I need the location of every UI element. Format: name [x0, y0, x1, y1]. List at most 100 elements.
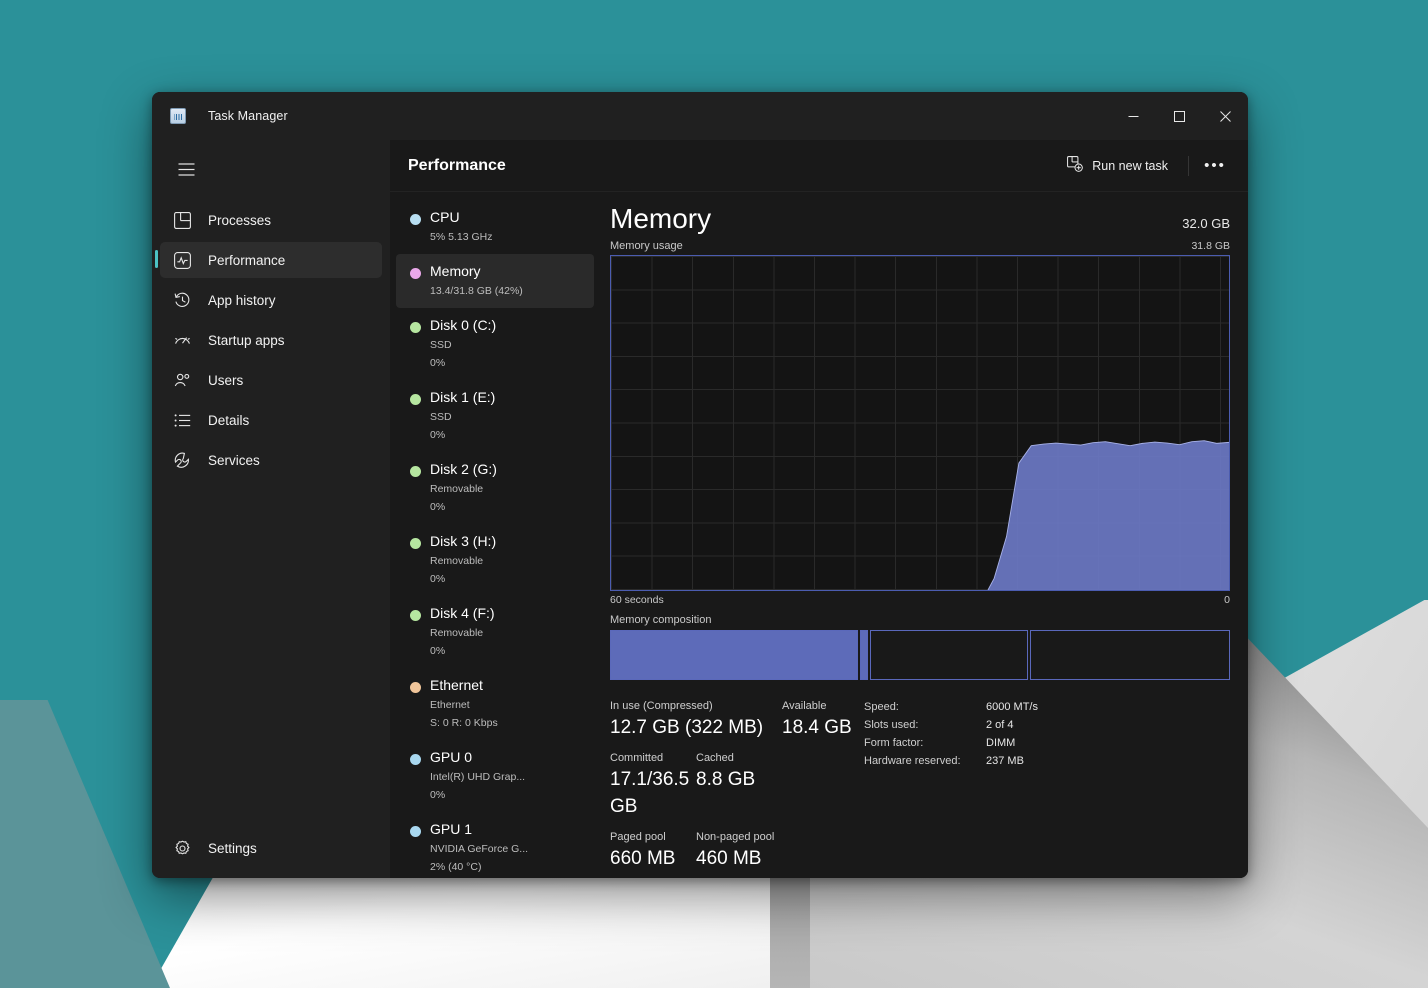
- memory-usage-area: [611, 256, 1229, 590]
- composition-segment-standby[interactable]: [870, 630, 1028, 680]
- status-dot: [410, 268, 421, 279]
- device-detail: NVIDIA GeForce G...: [430, 843, 528, 855]
- sidebar-item-label: Processes: [208, 213, 271, 228]
- in-use-label: In use (Compressed): [610, 698, 782, 714]
- device-usage: 0%: [430, 501, 445, 513]
- graph-axis-row: 60 seconds 0: [610, 594, 1230, 606]
- committed-value: 17.1/36.5 GB: [610, 766, 696, 820]
- device-detail: Intel(R) UHD Grap...: [430, 771, 525, 783]
- device-item-disk-0[interactable]: Disk 0 (C:) SSD 0%: [396, 308, 594, 380]
- hardware-reserved-label: Hardware reserved:: [864, 752, 986, 770]
- sidebar-item-services[interactable]: Services: [160, 442, 382, 478]
- device-detail: 13.4/31.8 GB (42%): [430, 285, 523, 297]
- graph-axis-right-label: 0: [1224, 594, 1230, 606]
- device-item-memory[interactable]: Memory 13.4/31.8 GB (42%): [396, 254, 594, 308]
- sidebar-item-startup-apps[interactable]: Startup apps: [160, 322, 382, 358]
- graph-caption-row: Memory usage 31.8 GB: [610, 240, 1230, 252]
- minimize-button[interactable]: [1110, 92, 1156, 140]
- composition-segment-modified[interactable]: [860, 630, 868, 680]
- device-name: Disk 1 (E:): [430, 389, 495, 405]
- memory-usage-chart: [610, 255, 1230, 591]
- device-name: GPU 0: [430, 749, 472, 765]
- status-dot: [410, 394, 421, 405]
- memory-composition-bar[interactable]: [610, 630, 1230, 680]
- processes-icon: [172, 210, 192, 230]
- status-dot: [410, 214, 421, 225]
- memory-hardware-info: Speed: 6000 MT/s Slots used: 2 of 4 Form…: [858, 698, 1230, 878]
- maximize-button[interactable]: [1156, 92, 1202, 140]
- composition-segment-in-use[interactable]: [610, 630, 858, 680]
- composition-segment-free[interactable]: [1030, 630, 1230, 680]
- memory-stats-left: In use (Compressed) 12.7 GB (322 MB) Ava…: [610, 698, 858, 878]
- device-name: Disk 0 (C:): [430, 317, 496, 333]
- form-factor-value: DIMM: [986, 734, 1015, 752]
- device-item-disk-2[interactable]: Disk 2 (G:) Removable 0%: [396, 452, 594, 524]
- device-detail: 5% 5.13 GHz: [430, 231, 492, 243]
- performance-body: CPU 5% 5.13 GHz Memory 13.4/31.8 GB (42%…: [390, 192, 1248, 878]
- sidebar-item-processes[interactable]: Processes: [160, 202, 382, 238]
- device-item-disk-4[interactable]: Disk 4 (F:) Removable 0%: [396, 596, 594, 668]
- device-detail: SSD: [430, 339, 452, 351]
- spec-row-form-factor: Form factor: DIMM: [864, 734, 1230, 752]
- paged-pool-value: 660 MB: [610, 845, 696, 872]
- slots-used-label: Slots used:: [864, 716, 986, 734]
- committed-label: Committed: [610, 750, 696, 766]
- status-dot: [410, 538, 421, 549]
- device-detail: SSD: [430, 411, 452, 423]
- cached-label: Cached: [696, 750, 755, 766]
- sidebar-item-app-history[interactable]: App history: [160, 282, 382, 318]
- stat-row-inuse-available: In use (Compressed) 12.7 GB (322 MB) Ava…: [610, 698, 858, 741]
- startup-icon: [172, 330, 192, 350]
- sidebar-item-label: Performance: [208, 253, 285, 268]
- sidebar-item-label: Services: [208, 453, 260, 468]
- status-dot: [410, 682, 421, 693]
- graph-caption: Memory usage: [610, 240, 683, 252]
- graph-axis-left-label: 60 seconds: [610, 594, 664, 606]
- sidebar-item-settings[interactable]: Settings: [160, 830, 382, 866]
- more-options-button[interactable]: •••: [1198, 151, 1232, 181]
- graph-max-label: 31.8 GB: [1191, 240, 1230, 252]
- window-title: Task Manager: [208, 109, 288, 123]
- header-divider: [1188, 156, 1189, 176]
- form-factor-label: Form factor:: [864, 734, 986, 752]
- memory-title: Memory: [610, 202, 711, 236]
- close-button[interactable]: [1202, 92, 1248, 140]
- device-name: Disk 4 (F:): [430, 605, 495, 621]
- status-dot: [410, 610, 421, 621]
- memory-total: 32.0 GB: [1182, 216, 1230, 231]
- device-item-disk-1[interactable]: Disk 1 (E:) SSD 0%: [396, 380, 594, 452]
- device-item-disk-3[interactable]: Disk 3 (H:) Removable 0%: [396, 524, 594, 596]
- available-label: Available: [782, 698, 852, 714]
- device-item-ethernet[interactable]: Ethernet Ethernet S: 0 R: 0 Kbps: [396, 668, 594, 740]
- spec-row-speed: Speed: 6000 MT/s: [864, 698, 1230, 716]
- sidebar-item-performance[interactable]: Performance: [160, 242, 382, 278]
- sidebar-item-label: Details: [208, 413, 249, 428]
- spec-row-hardware-reserved: Hardware reserved: 237 MB: [864, 752, 1230, 770]
- slots-used-value: 2 of 4: [986, 716, 1014, 734]
- stat-row-paged-nonpaged: Paged pool 660 MB Non-paged pool 460 MB: [610, 829, 858, 872]
- sidebar-item-label: Settings: [208, 841, 257, 856]
- sidebar-item-details[interactable]: Details: [160, 402, 382, 438]
- device-name: Ethernet: [430, 677, 483, 693]
- device-detail: Removable: [430, 483, 483, 495]
- device-name: CPU: [430, 209, 460, 225]
- status-dot: [410, 826, 421, 837]
- memory-detail-pane: Memory 32.0 GB Memory usage 31.8 GB: [600, 192, 1248, 878]
- hamburger-icon[interactable]: [166, 150, 206, 188]
- window-caption-buttons: [1110, 92, 1248, 140]
- content-header: Performance: [390, 140, 1248, 192]
- device-detail: Ethernet: [430, 699, 470, 711]
- new-task-icon: [1067, 156, 1083, 175]
- speed-label: Speed:: [864, 698, 986, 716]
- device-item-gpu-0[interactable]: GPU 0 Intel(R) UHD Grap... 0%: [396, 740, 594, 812]
- run-new-task-label: Run new task: [1092, 159, 1168, 173]
- device-detail: Removable: [430, 627, 483, 639]
- sidebar-item-users[interactable]: Users: [160, 362, 382, 398]
- content-area: Performance: [390, 140, 1248, 878]
- device-item-cpu[interactable]: CPU 5% 5.13 GHz: [396, 200, 594, 254]
- task-manager-window: Task Manager: [152, 92, 1248, 878]
- device-item-gpu-1[interactable]: GPU 1 NVIDIA GeForce G... 2% (40 °C): [396, 812, 594, 878]
- speed-value: 6000 MT/s: [986, 698, 1038, 716]
- run-new-task-button[interactable]: Run new task: [1056, 150, 1179, 181]
- sidebar-item-label: Users: [208, 373, 243, 388]
